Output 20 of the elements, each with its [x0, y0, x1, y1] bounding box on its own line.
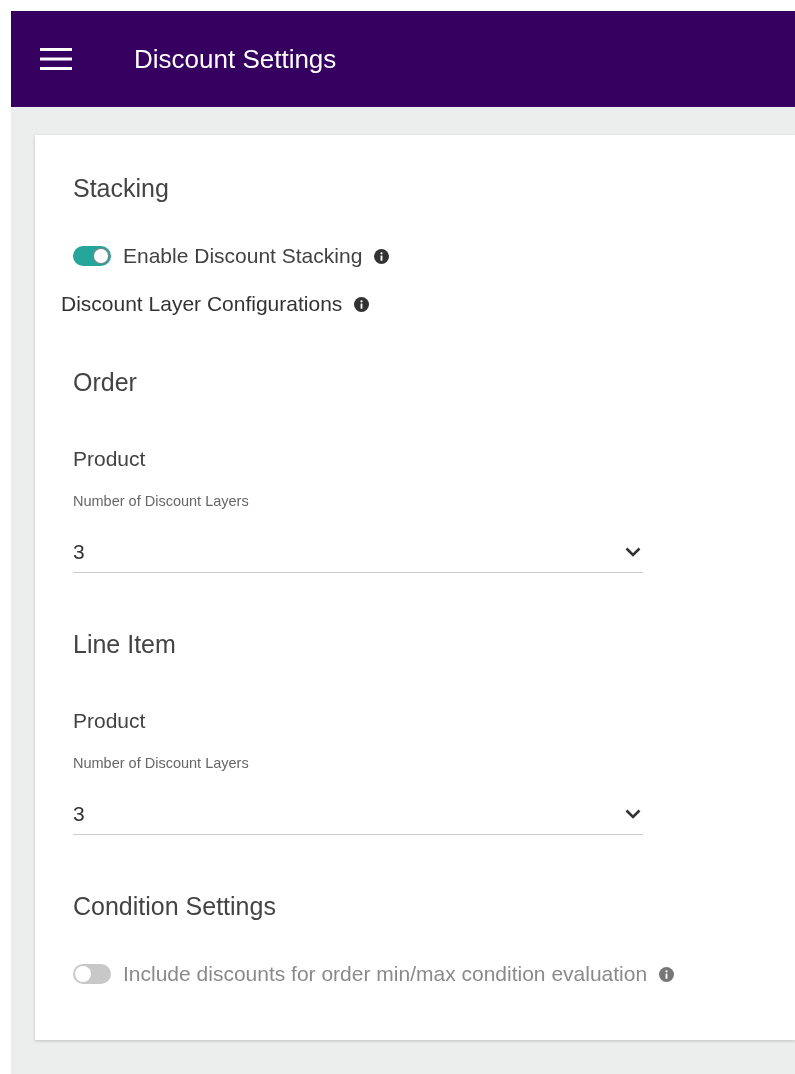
toggle-label: Include discounts for order min/max condition evaluation: [123, 962, 648, 986]
section-heading: Line Item: [73, 629, 177, 660]
section-heading: Condition Settings: [73, 891, 277, 922]
chevron-down-icon: [625, 809, 641, 819]
select-field[interactable]: 3: [73, 532, 643, 573]
page-title: Discount Settings: [134, 43, 337, 75]
field-title: Product: [73, 708, 147, 734]
menu-icon[interactable]: [40, 48, 72, 70]
field-label: Number of Discount Layers: [73, 754, 250, 772]
toggle-label: Enable Discount Stacking: [123, 244, 363, 268]
section-heading: Stacking: [73, 173, 170, 204]
info-icon[interactable]: [374, 248, 390, 264]
select-field[interactable]: 3: [73, 794, 643, 835]
info-icon[interactable]: [354, 296, 370, 312]
section-heading: Order: [73, 367, 138, 398]
field-title: Product: [73, 446, 147, 472]
section-label: Discount Layer Configurations: [61, 292, 343, 316]
chevron-down-icon: [625, 547, 641, 557]
field-label: Number of Discount Layers: [73, 492, 250, 510]
toggle-switch[interactable]: [73, 246, 111, 266]
